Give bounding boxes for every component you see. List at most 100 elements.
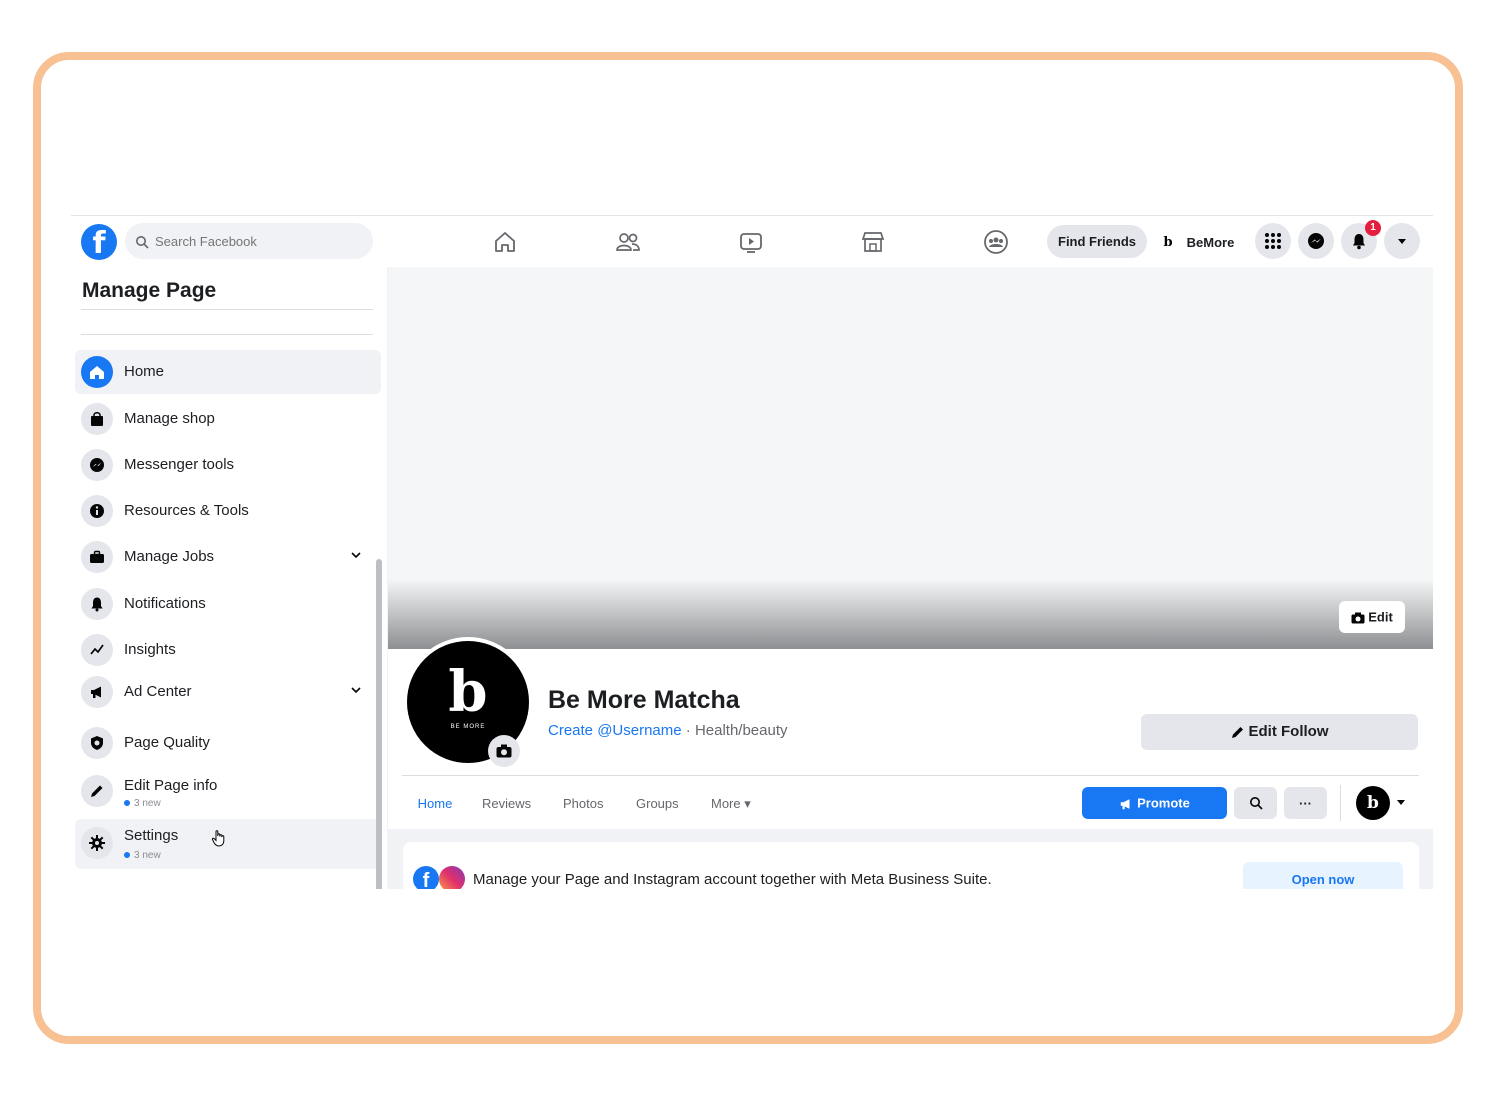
cover-gradient [388, 579, 1433, 649]
banner-message: Manage your Page and Instagram account t… [473, 871, 992, 888]
new-count-label: 3 new [124, 850, 161, 861]
page-category: · Health/beauty [681, 722, 788, 739]
actions-divider [1340, 785, 1341, 821]
profile-avatar: b [1157, 231, 1179, 254]
instagram-logo-icon [439, 866, 465, 889]
gear-icon [81, 827, 113, 859]
caret-down-icon[interactable] [1396, 797, 1406, 807]
sidebar-item-label: Notifications [124, 595, 206, 612]
new-count-label: 3 new [124, 798, 161, 809]
sidebar-scrollbar[interactable] [376, 559, 382, 889]
notification-count-badge: 1 [1365, 220, 1381, 236]
sidebar-item-ad-center[interactable]: Ad Center [75, 670, 381, 714]
shopping-bag-icon [81, 403, 113, 435]
top-navigation-bar: f Find Friends b BeMore [71, 215, 1433, 268]
bell-icon [81, 588, 113, 620]
page-title: Be More Matcha [548, 686, 740, 714]
sidebar-item-manage-jobs[interactable]: Manage Jobs [75, 535, 381, 579]
facebook-logo-icon: f [413, 866, 439, 889]
open-now-button[interactable]: Open now [1243, 862, 1403, 889]
search-input[interactable] [155, 223, 355, 259]
sidebar-item-label: Ad Center [124, 683, 192, 700]
sidebar-item-label: Manage shop [124, 410, 215, 427]
account-menu-button[interactable] [1384, 223, 1420, 259]
business-suite-banner: f Manage your Page and Instagram account… [403, 842, 1419, 889]
sidebar-item-edit-page-info[interactable]: Edit Page info 3 new [75, 767, 381, 815]
profile-shortcut[interactable]: b BeMore [1157, 225, 1243, 258]
avatar-logo-tagline: BE MORE [450, 724, 486, 730]
edit-cover-button[interactable]: Edit [1339, 601, 1405, 633]
profile-name: BeMore [1186, 235, 1235, 251]
sidebar-item-label: Edit Page info [124, 777, 218, 794]
shield-icon [81, 727, 113, 759]
update-avatar-button[interactable] [488, 735, 520, 767]
chevron-down-icon[interactable] [349, 548, 363, 562]
tab-home[interactable]: Home [402, 785, 468, 832]
friends-icon[interactable] [614, 228, 642, 256]
sidebar-item-label: Resources & Tools [124, 502, 249, 519]
tab-more[interactable]: More ▾ [711, 785, 751, 829]
search-box[interactable] [125, 223, 373, 259]
marketplace-icon[interactable] [859, 228, 887, 256]
cover-photo: Edit [388, 267, 1433, 649]
insights-icon [81, 634, 113, 666]
manage-page-sidebar: Manage Page Home Manage shop Messenger t… [71, 267, 387, 889]
create-username-link[interactable]: Create @Username [548, 722, 682, 739]
facebook-window: f Find Friends b BeMore [71, 215, 1433, 889]
sidebar-item-manage-shop[interactable]: Manage shop [75, 397, 381, 441]
info-icon [81, 495, 113, 527]
messenger-icon[interactable] [1298, 223, 1334, 259]
sidebar-item-page-quality[interactable]: Page Quality [75, 721, 381, 765]
tabs-divider [402, 775, 1419, 776]
sidebar-item-resources-tools[interactable]: Resources & Tools [75, 489, 381, 533]
search-page-button[interactable] [1234, 787, 1277, 819]
more-options-button[interactable]: ··· [1284, 787, 1327, 819]
bell-icon [1353, 234, 1365, 250]
camera-icon [496, 744, 512, 758]
menu-grid-icon[interactable] [1255, 223, 1291, 259]
home-icon [81, 356, 113, 388]
sidebar-item-label: Home [124, 363, 165, 380]
home-icon[interactable] [491, 228, 519, 256]
megaphone-icon [81, 676, 113, 708]
sidebar-item-label: Manage Jobs [124, 548, 215, 565]
sidebar-item-messenger-tools[interactable]: Messenger tools [75, 443, 381, 487]
search-icon [1249, 797, 1263, 810]
avatar-logo-letter: b [448, 659, 488, 725]
pencil-icon [1231, 727, 1243, 739]
caret-down-icon [1398, 239, 1406, 244]
hand-cursor-icon [211, 830, 225, 847]
new-dot-icon [124, 800, 130, 807]
sidebar-item-settings[interactable]: Settings 3 new [75, 819, 381, 869]
sidebar-item-label: Settings [124, 827, 179, 844]
sidebar-item-label: Messenger tools [124, 456, 235, 473]
acting-as-avatar[interactable]: b [1356, 786, 1390, 820]
tab-groups[interactable]: Groups [636, 785, 679, 829]
sidebar-item-home[interactable]: Home [75, 350, 381, 394]
sidebar-title: Manage Page [82, 279, 217, 302]
page-subtitle: Create @Username · Health/beauty [548, 722, 788, 739]
megaphone-icon [1120, 798, 1130, 809]
facebook-logo-icon[interactable]: f [81, 224, 117, 260]
groups-icon[interactable] [982, 228, 1010, 256]
sidebar-item-insights[interactable]: Insights [75, 628, 381, 672]
sidebar-divider [81, 309, 373, 310]
tab-reviews[interactable]: Reviews [482, 785, 531, 829]
sidebar-item-notifications[interactable]: Notifications [75, 582, 381, 626]
new-dot-icon [124, 852, 130, 859]
briefcase-icon [81, 541, 113, 573]
notifications-button[interactable]: 1 [1341, 220, 1381, 259]
sidebar-divider [81, 334, 373, 335]
messenger-icon [81, 449, 113, 481]
search-icon [135, 223, 149, 259]
edit-follow-button[interactable]: Edit Follow [1141, 714, 1418, 750]
tab-photos[interactable]: Photos [563, 785, 603, 829]
promote-button[interactable]: Promote [1082, 787, 1227, 819]
chevron-down-icon[interactable] [349, 683, 363, 697]
find-friends-button[interactable]: Find Friends [1047, 225, 1147, 258]
watch-icon[interactable] [737, 228, 765, 256]
camera-icon [1351, 612, 1365, 624]
sidebar-item-label: Page Quality [124, 734, 210, 751]
sidebar-item-label: Insights [124, 641, 176, 658]
pencil-icon [81, 775, 113, 807]
